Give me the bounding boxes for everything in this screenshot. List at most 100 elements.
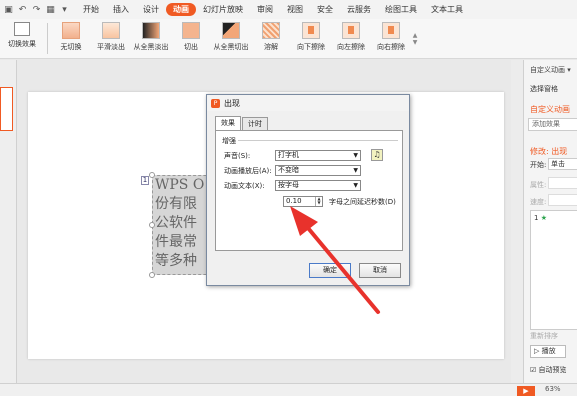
effect-wipe-right-button[interactable]: 向右擦除 [371, 19, 411, 58]
group-divider [238, 140, 398, 141]
spin-buttons[interactable]: ▲ ▼ [315, 197, 322, 206]
effect-label: 向左擦除 [337, 43, 365, 51]
dropdown-arrow-icon: ▼ [353, 182, 358, 189]
dialog-titlebar[interactable]: P 出现 [207, 95, 409, 111]
animation-list[interactable]: 1 ★ [530, 210, 577, 330]
sound-icon[interactable]: ♫ [371, 149, 383, 161]
after-animation-select[interactable]: 不变暗 ▼ [275, 165, 361, 176]
ribbon: 切换效果 无切换 平滑淡出 从全黑淡出 切出 从全黑切出 溶解 向下擦除 向左擦… [0, 19, 577, 59]
ribbon-divider [47, 23, 48, 54]
sound-select[interactable]: 打字机 ▼ [275, 150, 361, 161]
list-item-number: 1 [534, 214, 539, 222]
quick-access-toolbar: ▣ ↶ ↷ ▦ ▾ [0, 5, 70, 15]
tab-animation[interactable]: 动画 [166, 3, 196, 16]
property-field[interactable] [548, 177, 577, 189]
cancel-button[interactable]: 取消 [359, 263, 401, 278]
zoom-level[interactable]: 63% [545, 385, 561, 393]
dropdown-arrow-icon[interactable]: ▾ [59, 5, 70, 15]
speed-field[interactable] [548, 194, 577, 206]
status-bar: ▶ 63% [0, 383, 577, 396]
tab-design[interactable]: 设计 [136, 3, 166, 16]
enhance-group-label: 增强 [222, 137, 236, 145]
redo-icon[interactable]: ↷ [31, 5, 42, 15]
auto-preview-label: 自动预览 [538, 366, 567, 374]
custom-animation-pane: 自定义动画 ▾ 选择窗格 自定义动画 添加效果 修改: 出现 开始: 单击 属性… [523, 60, 577, 383]
resize-handle[interactable] [149, 222, 155, 228]
effect-cut-black-icon [222, 22, 240, 39]
effect-options-dialog: P 出现 效果 计时 增强 声音(S): 打字机 ▼ ♫ 动画播放后(A): 不… [206, 94, 410, 286]
effect-wipe-left-button[interactable]: 向左擦除 [331, 19, 371, 58]
tab-home[interactable]: 开始 [76, 3, 106, 16]
effect-label: 从全黑淡出 [133, 43, 169, 51]
effect-wipe-down-icon [302, 22, 320, 39]
animate-text-select[interactable]: 按字母 ▼ [275, 180, 361, 191]
menu-tabs: 开始 插入 设计 动画 幻灯片放映 审阅 视图 安全 云服务 绘图工具 文本工具 [76, 3, 470, 16]
tab-text-tools[interactable]: 文本工具 [424, 3, 470, 16]
start-select[interactable]: 单击 [548, 158, 577, 170]
effect-fade-black-button[interactable]: 从全黑淡出 [131, 19, 171, 58]
auto-preview-checkbox[interactable]: ☑ 自动预览 [530, 365, 567, 375]
add-effect-button[interactable]: 添加效果 [528, 118, 577, 131]
star-icon: ★ [540, 214, 547, 222]
letter-delay-label: 字母之间延迟秒数(D) [329, 198, 396, 206]
animation-list-item[interactable]: 1 ★ [534, 214, 547, 222]
effect-fade-black-icon [142, 22, 160, 39]
switch-effect-label: 切换效果 [8, 40, 36, 48]
sound-label: 声音(S): [224, 152, 251, 160]
effect-label: 向右擦除 [377, 43, 405, 51]
letter-delay-input[interactable]: 0.10 ▲ ▼ [283, 196, 323, 207]
tab-review[interactable]: 审阅 [250, 3, 280, 16]
tab-cloud[interactable]: 云服务 [340, 3, 378, 16]
gallery-scroll[interactable]: ▲ ▼ [411, 19, 419, 58]
switch-effect-button[interactable]: 切换效果 [0, 19, 44, 58]
speed-label: 速度: [530, 198, 547, 206]
spin-down-icon[interactable]: ▼ [317, 200, 320, 205]
canvas-scrollbar[interactable] [511, 60, 523, 383]
tab-view[interactable]: 视图 [280, 3, 310, 16]
tab-security[interactable]: 安全 [310, 3, 340, 16]
save-icon[interactable]: ▣ [3, 5, 14, 15]
slide-thumbnail-pane [0, 60, 17, 383]
property-label: 属性: [530, 181, 547, 189]
dropdown-arrow-icon: ▼ [353, 167, 358, 174]
effect-label: 平滑淡出 [97, 43, 125, 51]
effect-label: 切出 [184, 43, 198, 51]
tab-effect[interactable]: 效果 [215, 116, 241, 130]
effect-label: 溶解 [264, 43, 278, 51]
effect-cut-black-button[interactable]: 从全黑切出 [211, 19, 251, 58]
tab-timing[interactable]: 计时 [242, 117, 268, 130]
tab-slideshow[interactable]: 幻灯片放映 [196, 3, 250, 16]
effect-smooth-fade-button[interactable]: 平滑淡出 [91, 19, 131, 58]
chevron-down-icon[interactable]: ▼ [413, 39, 418, 46]
play-button[interactable]: ▷ 播放 [530, 345, 566, 358]
pane-title[interactable]: 自定义动画 ▾ [530, 65, 571, 75]
menu-bar: ▣ ↶ ↷ ▦ ▾ 开始 插入 设计 动画 幻灯片放映 审阅 视图 安全 云服务… [0, 0, 577, 19]
effect-none-icon [62, 22, 80, 39]
dialog-tabs: 效果 计时 [215, 116, 269, 131]
effect-label: 从全黑切出 [213, 43, 249, 51]
resize-handle[interactable] [149, 172, 155, 178]
play-icon: ▷ [534, 347, 540, 355]
checkbox-icon: ☑ [530, 366, 537, 374]
effect-smooth-fade-icon [102, 22, 120, 39]
effect-cut-button[interactable]: 切出 [171, 19, 211, 58]
undo-icon[interactable]: ↶ [17, 5, 28, 15]
effect-label: 向下擦除 [297, 43, 325, 51]
select-pane-button[interactable]: 选择窗格 [530, 84, 558, 94]
chevron-up-icon[interactable]: ▲ [413, 32, 418, 39]
ok-button[interactable]: 确定 [309, 263, 351, 278]
animate-text-label: 动画文本(X): [224, 182, 265, 190]
slideshow-play-button[interactable]: ▶ [517, 386, 535, 396]
slide-thumbnail[interactable] [0, 87, 13, 131]
tab-insert[interactable]: 插入 [106, 3, 136, 16]
tab-drawing-tools[interactable]: 绘图工具 [378, 3, 424, 16]
resize-handle[interactable] [149, 272, 155, 278]
modify-heading: 修改: 出现 [530, 147, 568, 156]
effect-dissolve-button[interactable]: 溶解 [251, 19, 291, 58]
format-icon[interactable]: ▦ [45, 5, 56, 15]
effect-wipe-left-icon [342, 22, 360, 39]
effect-label: 无切换 [60, 43, 82, 51]
effect-cut-icon [182, 22, 200, 39]
effect-wipe-down-button[interactable]: 向下擦除 [291, 19, 331, 58]
effect-none-button[interactable]: 无切换 [51, 19, 91, 58]
